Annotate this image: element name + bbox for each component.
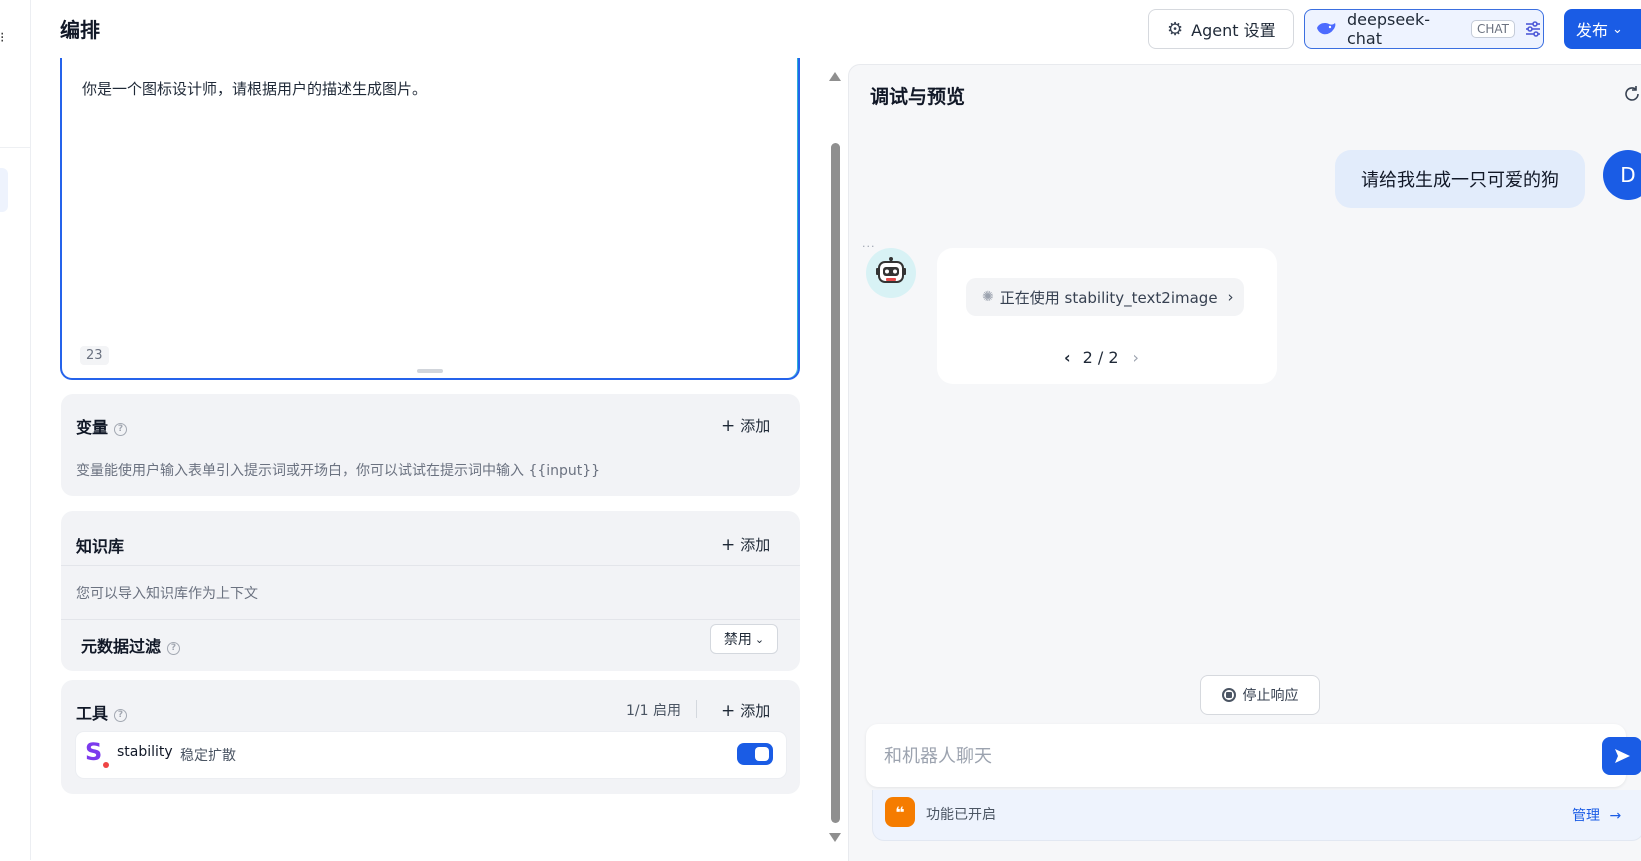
scroll-down-arrow-icon[interactable]: [829, 833, 841, 842]
chat-input-box: [866, 724, 1626, 787]
model-name: deepseek-chat: [1346, 10, 1431, 48]
user-message-bubble: 请给我生成一只可爱的狗: [1335, 150, 1585, 208]
publish-button[interactable]: 发布 ⌄: [1564, 9, 1641, 49]
metadata-filter-select[interactable]: 禁用 ⌄: [710, 624, 778, 654]
variables-add-button[interactable]: + 添加: [721, 415, 770, 436]
plus-icon: +: [721, 416, 736, 436]
stop-icon: [1221, 688, 1236, 702]
scroll-up-arrow-icon[interactable]: [829, 72, 841, 81]
sliders-icon[interactable]: [1523, 19, 1543, 39]
stability-logo-icon: S: [85, 738, 103, 766]
feature-status: 功能已开启: [926, 807, 996, 823]
pager-text: 2 / 2: [1082, 348, 1119, 367]
resize-handle[interactable]: [417, 369, 443, 373]
send-icon: [1615, 749, 1630, 763]
arrow-right-icon: →: [1609, 808, 1622, 824]
gear-icon: ⚙: [1167, 18, 1184, 40]
knowledge-description: 您可以导入知识库作为上下文: [76, 586, 258, 602]
tool-call-status[interactable]: ✺ 正在使用 stability_text2image ›: [966, 278, 1244, 316]
prompt-char-count: 23: [80, 346, 109, 365]
robot-icon: [876, 257, 906, 283]
scrollbar-thumb[interactable]: [831, 143, 840, 823]
agent-settings-button[interactable]: ⚙ Agent 设置: [1148, 9, 1294, 49]
left-nav-strip: ⁝: [0, 0, 31, 860]
prompt-text[interactable]: 你是一个图标设计师，请根据用户的描述生成图片。: [82, 78, 427, 99]
knowledge-divider-2: [61, 619, 800, 620]
nav-divider: [0, 147, 30, 148]
pager-prev-icon[interactable]: ‹: [1064, 348, 1071, 367]
help-icon[interactable]: ?: [114, 423, 128, 436]
bot-avatar: [866, 248, 916, 298]
whale-icon: [1316, 23, 1336, 35]
manage-link[interactable]: 管理 →: [1572, 805, 1621, 825]
loading-spinner-icon: ✺: [982, 289, 994, 305]
nav-active-indicator[interactable]: [0, 168, 8, 212]
stop-response-button[interactable]: 停止响应: [1200, 675, 1320, 715]
tool-description: 稳定扩散: [180, 748, 236, 764]
publish-label: 发布: [1576, 21, 1609, 40]
refresh-icon[interactable]: [1622, 84, 1641, 104]
knowledge-title: 知识库: [76, 537, 125, 556]
metadata-filter-label: 元数据过滤?: [81, 633, 181, 657]
help-icon[interactable]: ?: [167, 642, 181, 655]
knowledge-divider: [61, 565, 800, 566]
plus-icon: +: [721, 701, 736, 721]
nav-edge-glyph: ⁝: [0, 30, 5, 46]
preview-title: 调试与预览: [870, 86, 966, 108]
knowledge-section: 知识库 + 添加 您可以导入知识库作为上下文 元数据过滤?: [61, 511, 800, 671]
agent-settings-label: Agent 设置: [1191, 21, 1276, 40]
chevron-down-icon: ⌄: [1612, 21, 1623, 37]
response-pager: ‹ 2 / 2 ›: [1064, 348, 1139, 367]
prompt-textarea[interactable]: [60, 58, 800, 380]
plus-icon: +: [721, 535, 736, 555]
quote-icon: ❝: [885, 797, 915, 827]
variables-title: 变量?: [76, 414, 128, 438]
chat-input[interactable]: [882, 738, 1566, 774]
help-icon[interactable]: ?: [114, 709, 128, 722]
toggle-knob: [755, 747, 769, 761]
tool-enabled-toggle[interactable]: [737, 743, 773, 765]
model-type-badge: CHAT: [1471, 20, 1516, 38]
tools-enabled-count: 1/1 启用: [626, 703, 681, 719]
page-title: 编排: [60, 18, 100, 42]
pager-next-icon[interactable]: ›: [1133, 348, 1139, 367]
chevron-right-icon: ›: [1227, 288, 1234, 306]
tools-add-button[interactable]: + 添加: [721, 700, 770, 721]
model-selector-button[interactable]: deepseek-chat CHAT: [1304, 9, 1544, 49]
tools-separator: [696, 700, 697, 718]
variables-section: 变量? + 添加 变量能使用户输入表单引入提示词或开场白，你可以试试在提示词中输入…: [61, 394, 800, 496]
knowledge-add-button[interactable]: + 添加: [721, 534, 770, 555]
variables-description: 变量能使用户输入表单引入提示词或开场白，你可以试试在提示词中输入 {{input…: [76, 463, 601, 479]
send-button[interactable]: [1602, 737, 1641, 775]
tools-title: 工具?: [76, 700, 128, 724]
tool-name: stability: [117, 744, 173, 760]
stability-logo-dot: [103, 762, 109, 768]
chevron-down-icon: ⌄: [754, 632, 765, 646]
